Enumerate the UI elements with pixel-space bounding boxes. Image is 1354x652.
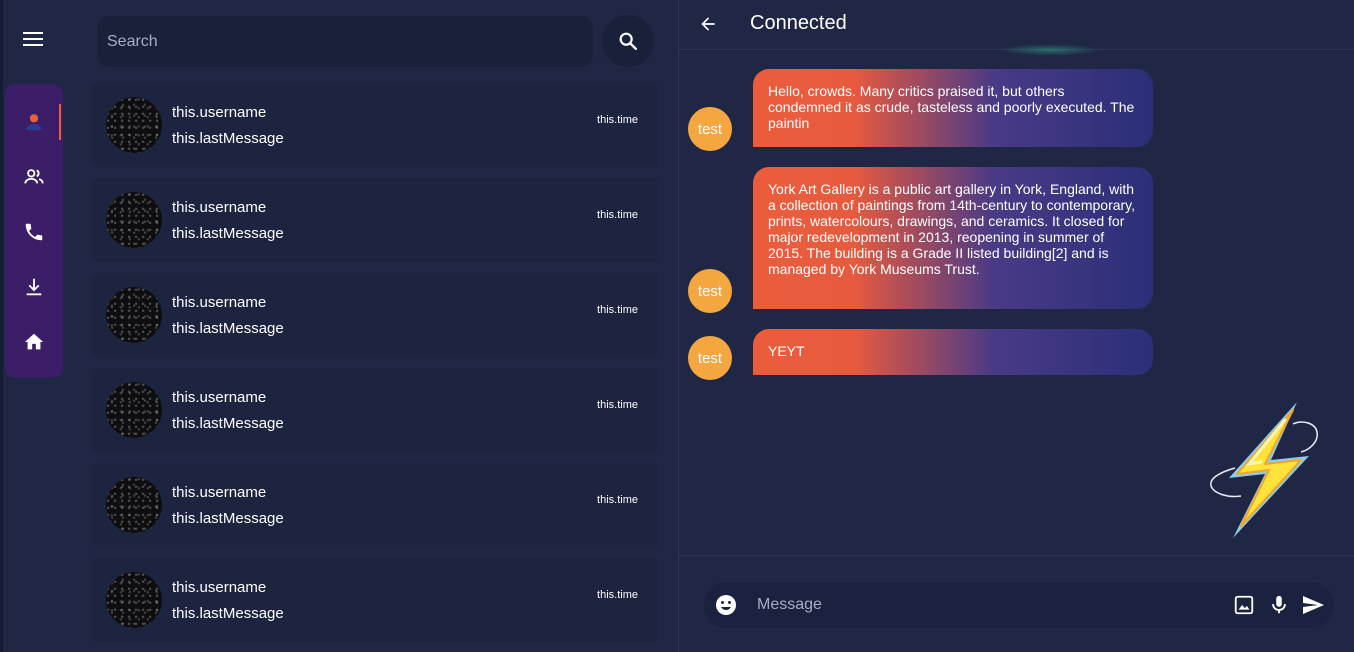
avatar (106, 287, 162, 343)
group-icon (24, 169, 44, 184)
menu-icon (23, 32, 43, 46)
microphone-icon (1272, 595, 1286, 614)
conversation-last-message: this.lastMessage (172, 605, 284, 622)
avatar (106, 572, 162, 628)
message-row: test Hello, crowds. Many critics praised… (688, 69, 1158, 151)
chat-title: Connected (750, 12, 847, 34)
avatar (106, 192, 162, 248)
phone-icon (25, 223, 43, 241)
nav-item-profile[interactable] (5, 102, 63, 142)
send-icon (1303, 596, 1324, 614)
avatar (106, 97, 162, 153)
window-edge (0, 0, 3, 652)
lightning-bolt-icon (1210, 402, 1318, 538)
conversation-item[interactable]: this.username this.lastMessage this.time (92, 178, 658, 262)
conversation-time: this.time (597, 494, 638, 506)
conversation-last-message: this.lastMessage (172, 225, 284, 242)
send-button[interactable] (1301, 593, 1325, 617)
attach-image-button[interactable] (1232, 593, 1256, 617)
avatar (106, 477, 162, 533)
emoji-button[interactable] (714, 593, 738, 617)
nav-rail (5, 84, 63, 378)
message-bubble: York Art Gallery is a public art gallery… (753, 167, 1153, 309)
download-icon (26, 278, 42, 296)
search-box (97, 16, 593, 67)
conversation-item[interactable]: this.username this.lastMessage this.time (92, 463, 658, 547)
conversation-last-message: this.lastMessage (172, 510, 284, 527)
conversation-time: this.time (597, 589, 638, 601)
search-input[interactable] (107, 32, 593, 51)
conversation-item[interactable]: this.username this.lastMessage this.time (92, 83, 658, 167)
voice-button[interactable] (1267, 593, 1291, 617)
conversation-last-message: this.lastMessage (172, 320, 284, 337)
conversation-username: this.username (172, 199, 267, 216)
conversation-username: this.username (172, 389, 267, 406)
conversation-username: this.username (172, 484, 267, 501)
message-row: test YEYT (688, 329, 1158, 380)
message-input[interactable] (757, 594, 1217, 616)
message-bubble: Hello, crowds. Many critics praised it, … (753, 69, 1153, 147)
conversation-item[interactable]: this.username this.lastMessage this.time (92, 558, 658, 642)
message-bubble: YEYT (753, 329, 1153, 375)
conversation-last-message: this.lastMessage (172, 130, 284, 147)
image-icon (1234, 595, 1254, 615)
sender-avatar: test (688, 107, 732, 151)
avatar (106, 382, 162, 438)
conversation-time: this.time (597, 114, 638, 126)
arrow-back-icon (701, 17, 715, 31)
conversation-item[interactable]: this.username this.lastMessage this.time (92, 368, 658, 452)
home-icon (24, 333, 44, 350)
status-glow (1000, 44, 1100, 56)
composer-divider (679, 555, 1354, 556)
menu-button[interactable] (18, 26, 48, 52)
conversation-time: this.time (597, 399, 638, 411)
conversation-username: this.username (172, 579, 267, 596)
conversation-username: this.username (172, 294, 267, 311)
message-row: test York Art Gallery is a public art ga… (688, 167, 1158, 313)
conversation-time: this.time (597, 304, 638, 316)
sender-avatar: test (688, 336, 732, 380)
sender-avatar: test (688, 269, 732, 313)
conversation-item[interactable]: this.username this.lastMessage this.time (92, 273, 658, 357)
person-icon (26, 114, 42, 131)
conversation-list: this.username this.lastMessage this.time… (92, 83, 658, 652)
conversation-time: this.time (597, 209, 638, 221)
message-composer (704, 582, 1334, 628)
conversation-last-message: this.lastMessage (172, 415, 284, 432)
nav-item-calls[interactable] (5, 212, 63, 252)
nav-item-groups[interactable] (5, 157, 63, 197)
conversation-username: this.username (172, 104, 267, 121)
search-button[interactable] (602, 15, 654, 67)
search-icon (619, 32, 637, 50)
emoji-icon (716, 595, 736, 615)
back-button[interactable] (695, 11, 721, 37)
nav-item-home[interactable] (5, 322, 63, 362)
chat-header: Connected (679, 0, 1354, 50)
nav-item-downloads[interactable] (5, 267, 63, 307)
